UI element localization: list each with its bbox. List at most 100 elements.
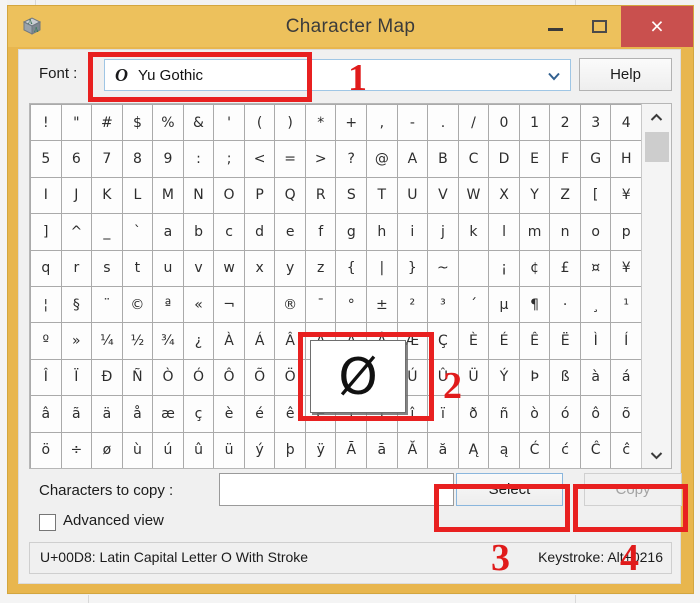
character-cell[interactable]: ¡ (489, 250, 519, 286)
character-cell[interactable]: < (244, 141, 275, 177)
character-cell[interactable]: S (336, 177, 367, 214)
character-cell[interactable]: § (61, 287, 92, 323)
character-cell[interactable]: X (489, 177, 519, 214)
character-cell[interactable]: À (214, 323, 244, 359)
character-cell[interactable]: H (611, 141, 641, 177)
character-cell[interactable]: s (92, 250, 122, 286)
character-cell[interactable]: ô (580, 396, 611, 432)
scrollbar-thumb[interactable] (645, 132, 669, 162)
character-cell[interactable]: ¢ (519, 250, 550, 286)
character-cell[interactable]: Í (611, 323, 641, 359)
character-cell[interactable]: ] (31, 214, 61, 250)
help-button[interactable]: Help (579, 58, 672, 91)
character-cell[interactable]: U (397, 177, 428, 214)
close-button[interactable]: × (621, 6, 693, 47)
character-cell[interactable]: R (305, 177, 336, 214)
character-cell[interactable]: ¦ (31, 287, 61, 323)
character-cell[interactable]: » (61, 323, 92, 359)
character-cell[interactable]: ą (489, 432, 519, 468)
character-cell[interactable]: ¼ (92, 323, 122, 359)
character-cell[interactable]: ' (214, 105, 244, 141)
character-cell[interactable]: 7 (92, 141, 122, 177)
character-cell[interactable]: { (336, 250, 367, 286)
character-cell[interactable]: 1 (519, 105, 550, 141)
character-cell[interactable]: Ý (489, 359, 519, 396)
character-cell[interactable]: ¿ (183, 323, 214, 359)
character-cell[interactable]: ñ (489, 396, 519, 432)
character-cell[interactable]: N (183, 177, 214, 214)
character-cell[interactable]: ¤ (580, 250, 611, 286)
character-cell[interactable]: 2 (550, 105, 580, 141)
character-cell[interactable]: g (336, 214, 367, 250)
grid-scrollbar[interactable] (641, 104, 671, 468)
character-cell[interactable]: x (244, 250, 275, 286)
character-cell[interactable]: > (305, 141, 336, 177)
character-cell[interactable]: £ (550, 250, 580, 286)
character-cell[interactable]: F (550, 141, 580, 177)
character-cell[interactable]: á (611, 359, 641, 396)
characters-to-copy-input[interactable] (219, 473, 454, 506)
character-cell[interactable]: 6 (61, 141, 92, 177)
character-cell[interactable]: È (458, 323, 489, 359)
character-cell[interactable]: z (305, 250, 336, 286)
character-cell[interactable]: ³ (428, 287, 458, 323)
character-cell[interactable]: · (550, 287, 580, 323)
character-cell[interactable]: + (336, 105, 367, 141)
character-cell[interactable]: ´ (458, 287, 489, 323)
character-cell[interactable]: 0 (489, 105, 519, 141)
character-cell[interactable]: Î (31, 359, 61, 396)
character-cell[interactable]: L (122, 177, 153, 214)
character-cell[interactable]: ü (214, 432, 244, 468)
character-cell[interactable]: æ (153, 396, 183, 432)
character-cell[interactable]: ó (550, 396, 580, 432)
character-cell[interactable]: G (580, 141, 611, 177)
character-cell[interactable]: 5 (31, 141, 61, 177)
character-cell[interactable]: ã (61, 396, 92, 432)
character-cell[interactable]: _ (92, 214, 122, 250)
character-cell[interactable]: Z (550, 177, 580, 214)
character-cell[interactable]: B (428, 141, 458, 177)
character-cell[interactable]: ¥ (611, 250, 641, 286)
character-cell[interactable]: ð (458, 396, 489, 432)
character-cell[interactable]: þ (275, 432, 305, 468)
character-cell[interactable]: Q (275, 177, 305, 214)
character-cell[interactable]: ! (31, 105, 61, 141)
minimize-button[interactable] (533, 6, 577, 47)
character-cell[interactable]: ­ (244, 287, 275, 323)
character-cell[interactable]: ¥ (611, 177, 641, 214)
character-cell[interactable]: Y (519, 177, 550, 214)
character-cell[interactable]: E (519, 141, 550, 177)
character-cell[interactable]: / (458, 105, 489, 141)
advanced-view-checkbox[interactable] (39, 514, 56, 531)
character-cell[interactable]: ? (336, 141, 367, 177)
character-cell[interactable]: | (367, 250, 397, 286)
character-cell[interactable]: à (580, 359, 611, 396)
character-cell[interactable]: Á (244, 323, 275, 359)
character-cell[interactable]: ` (122, 214, 153, 250)
character-cell[interactable]: t (122, 250, 153, 286)
character-cell[interactable] (458, 250, 489, 286)
character-cell[interactable]: ò (519, 396, 550, 432)
character-cell[interactable]: * (305, 105, 336, 141)
character-cell[interactable]: w (214, 250, 244, 286)
character-cell[interactable]: o (580, 214, 611, 250)
character-cell[interactable]: Ê (519, 323, 550, 359)
character-cell[interactable]: ) (275, 105, 305, 141)
character-cell[interactable]: ă (428, 432, 458, 468)
character-cell[interactable]: q (31, 250, 61, 286)
character-cell[interactable]: $ (122, 105, 153, 141)
character-cell[interactable]: Ð (92, 359, 122, 396)
character-cell[interactable]: A (397, 141, 428, 177)
character-cell[interactable]: ¯ (305, 287, 336, 323)
character-cell[interactable]: 4 (611, 105, 641, 141)
character-cell[interactable]: ÷ (61, 432, 92, 468)
character-cell[interactable]: ù (122, 432, 153, 468)
character-cell[interactable]: Þ (519, 359, 550, 396)
character-cell[interactable]: f (305, 214, 336, 250)
character-cell[interactable]: Õ (244, 359, 275, 396)
character-cell[interactable]: 8 (122, 141, 153, 177)
character-cell[interactable]: ½ (122, 323, 153, 359)
character-cell[interactable]: k (458, 214, 489, 250)
character-cell[interactable]: W (458, 177, 489, 214)
character-cell[interactable]: ß (550, 359, 580, 396)
